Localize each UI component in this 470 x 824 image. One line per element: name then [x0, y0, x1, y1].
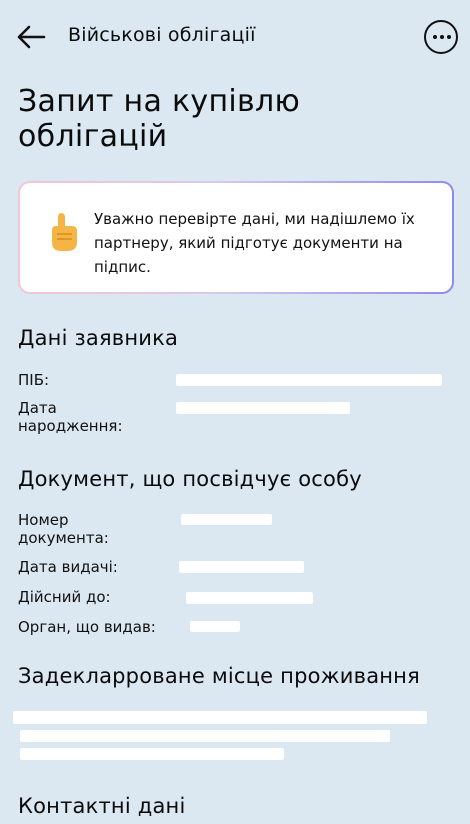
notice-text: Уважно перевірте дані, ми надішлемо їх п… [94, 210, 415, 276]
issue-date-value-redacted [179, 561, 304, 573]
name-label: ПІБ: [18, 371, 50, 389]
page-title: Запит на купівлю облігацій [18, 84, 301, 154]
address-line-1-redacted [13, 711, 427, 724]
more-icon[interactable] [424, 20, 458, 54]
issuer-value-redacted [190, 621, 240, 632]
arrow-left-icon[interactable] [16, 24, 46, 50]
applicant-section-title: Дані заявника [18, 326, 179, 350]
notice-card: Уважно перевірте дані, ми надішлемо їх п… [18, 181, 454, 294]
pointing-up-hand-icon [52, 213, 77, 251]
address-line-3-redacted [20, 748, 284, 760]
address-line-2-redacted [20, 730, 390, 742]
issue-date-label: Дата видачі: [18, 558, 118, 576]
header-title: Військові облігації [68, 24, 256, 46]
top-bar: Військові облігації [0, 0, 470, 74]
document-number-label: Номер документа: [18, 511, 109, 547]
document-section-title: Документ, що посвідчує особу [18, 467, 362, 491]
document-number-value-redacted [181, 514, 272, 525]
birth-date-value-redacted [176, 402, 350, 414]
name-value-redacted [176, 374, 442, 386]
valid-until-label: Дійсний до: [18, 588, 111, 606]
contacts-section-title: Контактні дані [18, 794, 186, 818]
residence-section-title: Задекларроване місце проживання [18, 664, 420, 688]
valid-until-value-redacted [186, 592, 313, 604]
birth-date-label: Дата народження: [18, 399, 123, 435]
issuer-label: Орган, що видав: [18, 618, 156, 636]
